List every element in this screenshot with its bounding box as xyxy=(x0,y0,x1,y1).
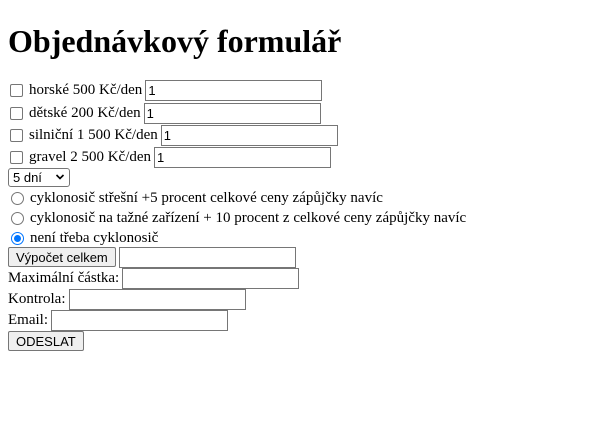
rack-roof-radio[interactable] xyxy=(11,191,24,205)
page-title: Objednávkový formulář xyxy=(8,23,342,59)
bike-gravel-qty-input[interactable]: 1 xyxy=(154,146,332,168)
duration-row: 5 dní xyxy=(8,166,70,188)
duration-select[interactable]: 5 dní xyxy=(8,167,70,187)
rack-towbar-radio[interactable] xyxy=(11,211,24,225)
calc-row: Výpočet celkem xyxy=(8,246,296,268)
bike-row-road: silniční 1 500 Kč/den 1 xyxy=(8,124,338,146)
bike-mountain-label: horské 500 Kč/den xyxy=(29,81,143,98)
chevron-down-icon xyxy=(55,174,65,180)
email-label: Email: xyxy=(8,311,48,328)
bike-mountain-checkbox[interactable] xyxy=(10,83,23,97)
rack-roof-label: cyklonosič střešní +5 procent celkové ce… xyxy=(30,189,383,206)
check-input[interactable] xyxy=(68,288,246,310)
max-amount-label: Maximální částka: xyxy=(8,269,120,286)
bike-row-mountain: horské 500 Kč/den 1 xyxy=(8,79,323,101)
email-row: Email: xyxy=(8,309,228,331)
rack-option-roof: cyklonosič střešní +5 procent celkové ce… xyxy=(8,187,383,209)
bike-road-qty-input[interactable]: 1 xyxy=(160,124,338,146)
bike-road-checkbox[interactable] xyxy=(10,128,23,142)
rack-none-label: není třeba cyklonosič xyxy=(30,229,159,246)
bike-gravel-label: gravel 2 500 Kč/den xyxy=(29,148,152,165)
bike-row-kids: dětské 200 Kč/den 1 xyxy=(8,102,321,124)
bike-mountain-qty-input[interactable]: 1 xyxy=(145,79,323,101)
bike-kids-checkbox[interactable] xyxy=(10,106,23,120)
check-label: Kontrola: xyxy=(8,290,66,307)
calculate-total-button[interactable]: Výpočet celkem xyxy=(8,247,116,267)
duration-selected-value: 5 dní xyxy=(13,169,42,185)
bike-kids-label: dětské 200 Kč/den xyxy=(29,104,141,121)
rack-none-radio[interactable] xyxy=(11,231,24,245)
submit-button[interactable]: ODESLAT xyxy=(8,331,84,351)
max-amount-input[interactable] xyxy=(122,267,300,289)
rack-option-towbar: cyklonosič na tažné zařízení + 10 procen… xyxy=(8,207,466,229)
submit-row: ODESLAT xyxy=(8,330,84,352)
bike-kids-qty-input[interactable]: 1 xyxy=(143,102,321,124)
email-field[interactable] xyxy=(51,309,228,331)
max-amount-row: Maximální částka: xyxy=(8,267,300,289)
bike-road-label: silniční 1 500 Kč/den xyxy=(29,126,158,143)
total-result-input[interactable] xyxy=(118,246,296,268)
check-row: Kontrola: xyxy=(8,288,246,310)
bike-row-gravel: gravel 2 500 Kč/den 1 xyxy=(8,146,332,168)
bike-gravel-checkbox[interactable] xyxy=(10,150,23,164)
rack-towbar-label: cyklonosič na tažné zařízení + 10 procen… xyxy=(30,209,467,226)
